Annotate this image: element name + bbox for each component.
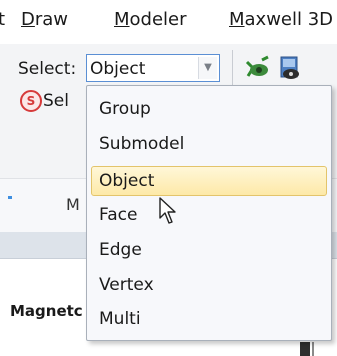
menu-edit-partial-label: t (0, 9, 6, 30)
toolbar-separator (232, 50, 233, 90)
option-multi[interactable]: Multi (91, 304, 327, 334)
menu-modeler[interactable]: Modeler (114, 9, 187, 31)
menu-draw-label: raw (34, 9, 69, 30)
option-submodel[interactable]: Submodel (91, 129, 327, 159)
menu-modeler-mnemonic: M (114, 9, 130, 30)
menu-maxwell3d-mnemonic: M (229, 9, 245, 30)
menu-bar: t Draw Modeler Maxwell 3D (0, 0, 337, 44)
option-face[interactable]: Face (91, 200, 327, 230)
menu-maxwell3d-label: axwell 3D (244, 9, 334, 30)
select-mode-label: Select: (18, 59, 77, 79)
show-hide-icon[interactable] (244, 54, 270, 82)
project-tree-item-partial: Magnetc (10, 302, 83, 320)
stop-icon[interactable]: S (20, 90, 42, 112)
chevron-down-icon[interactable]: ▼ (198, 57, 217, 79)
tab-indicator (8, 196, 12, 199)
option-group[interactable]: Group (91, 94, 327, 124)
menu-draw-mnemonic: D (21, 9, 35, 30)
resize-handle-edge (312, 342, 314, 356)
mouse-pointer-icon (159, 197, 176, 224)
option-vertex[interactable]: Vertex (91, 270, 327, 300)
menu-draw[interactable]: Draw (21, 9, 68, 31)
select-mode-dropdown-list: Group Submodel Object Face Edge Vertex M… (86, 85, 332, 341)
menu-maxwell3d[interactable]: Maxwell 3D (229, 9, 333, 31)
menu-modeler-label: odeler (129, 9, 187, 30)
option-edge[interactable]: Edge (91, 235, 327, 265)
view-icon[interactable] (277, 54, 303, 82)
menu-edit-partial[interactable]: t (0, 9, 5, 31)
option-object[interactable]: Object (91, 166, 327, 196)
select-mode-value[interactable]: Object (90, 58, 145, 80)
resize-handle[interactable] (300, 342, 310, 356)
tab-partial-label[interactable]: M (66, 195, 80, 215)
select-by-label-partial[interactable]: Sel (43, 90, 69, 112)
